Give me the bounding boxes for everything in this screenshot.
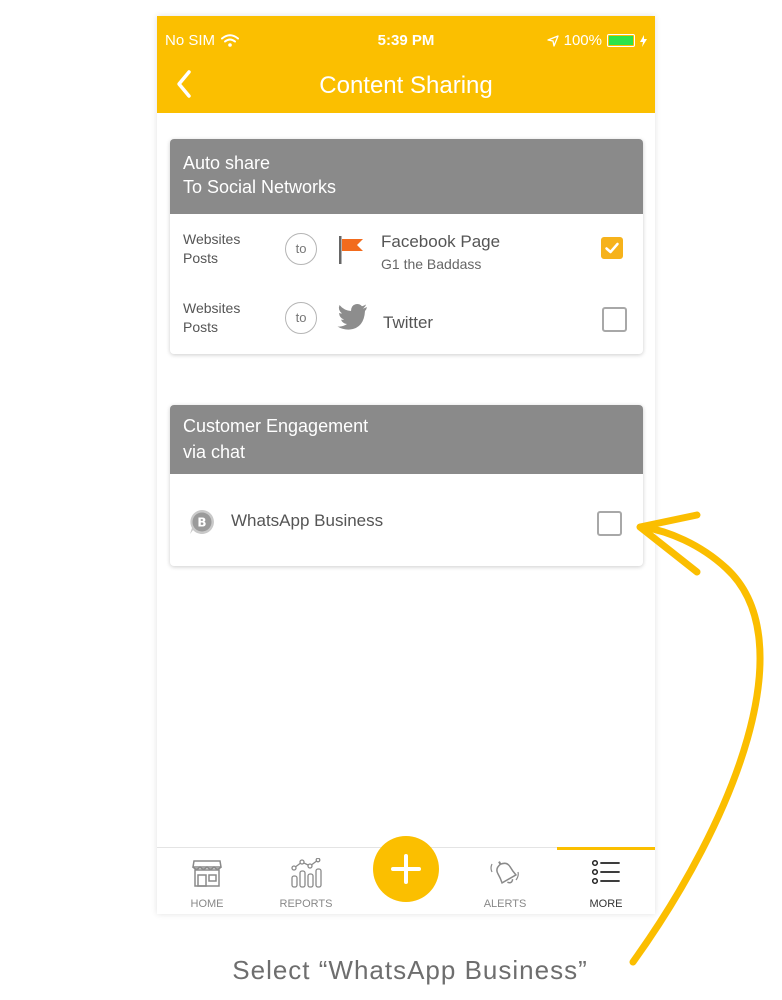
- auto-share-subtitle: To Social Networks: [183, 177, 337, 197]
- twitter-checkbox[interactable]: [602, 307, 627, 332]
- engagement-title: Customer Engagement: [183, 416, 369, 436]
- tab-more[interactable]: MORE: [561, 858, 651, 910]
- source-line-2: Posts: [183, 250, 219, 266]
- status-right: 100%: [546, 32, 647, 49]
- location-arrow-icon: [546, 34, 559, 47]
- twitter-label: Twitter: [383, 313, 434, 332]
- to-badge: to: [285, 233, 317, 265]
- facebook-page-name: G1 the Baddass: [381, 256, 482, 272]
- whatsapp-business-label: WhatsApp Business: [231, 511, 384, 530]
- battery-icon: [607, 34, 635, 47]
- whatsapp-business-icon: B: [190, 510, 214, 534]
- tab-alerts[interactable]: ALERTS: [460, 858, 550, 910]
- nav-bar: Content Sharing: [157, 56, 655, 113]
- engagement-header: Customer Engagement via chat: [170, 405, 643, 474]
- tab-bar: HOME REPORTS ALERTS MORE: [157, 836, 655, 914]
- tab-more-label: MORE: [589, 898, 623, 910]
- svg-text:B: B: [197, 516, 206, 530]
- chart-icon: [291, 858, 322, 888]
- auto-share-card: Auto share To Social Networks Websites P…: [170, 139, 643, 354]
- whatsapp-business-checkbox[interactable]: [597, 511, 622, 536]
- share-row-facebook: Websites Posts to Facebook Page G1 the B…: [170, 214, 643, 284]
- share-source-label: Websites Posts: [183, 299, 240, 337]
- charging-bolt-icon: [640, 34, 647, 47]
- flag-icon: [339, 236, 363, 264]
- facebook-page-label: Facebook Page: [381, 232, 501, 251]
- twitter-icon: [337, 304, 367, 330]
- customer-engagement-card: Customer Engagement via chat B WhatsApp …: [170, 405, 643, 566]
- source-line-1: Websites: [183, 300, 241, 316]
- source-line-1: Websites: [183, 231, 241, 247]
- active-tab-indicator: [557, 847, 655, 850]
- battery-percent: 100%: [563, 32, 602, 49]
- share-source-label: Websites Posts: [183, 230, 240, 268]
- page-title: Content Sharing: [319, 72, 493, 99]
- engagement-subtitle: via chat: [183, 442, 246, 462]
- auto-share-title: Auto share: [183, 153, 271, 173]
- tab-alerts-label: ALERTS: [483, 898, 527, 910]
- phone-screen: No SIM 5:39 PM 100% Content Sharing Auto…: [157, 16, 655, 914]
- tab-reports[interactable]: REPORTS: [261, 858, 351, 910]
- share-row-twitter: Websites Posts to Twitter: [170, 284, 643, 354]
- source-line-2: Posts: [183, 319, 219, 335]
- annotation-caption: Select “WhatsApp Business”: [232, 955, 588, 985]
- add-button[interactable]: [373, 836, 439, 902]
- list-icon: [591, 859, 620, 885]
- status-bar: No SIM 5:39 PM 100%: [157, 16, 655, 56]
- tab-home[interactable]: HOME: [162, 858, 252, 910]
- tab-reports-label: REPORTS: [279, 898, 333, 910]
- plus-icon: [391, 854, 421, 884]
- to-badge: to: [285, 302, 317, 334]
- auto-share-header: Auto share To Social Networks: [170, 139, 643, 214]
- whatsapp-business-row[interactable]: B WhatsApp Business: [170, 474, 643, 566]
- store-icon: [192, 860, 222, 887]
- checkmark-icon: [605, 242, 619, 254]
- facebook-checkbox[interactable]: [601, 237, 623, 259]
- tab-home-label: HOME: [190, 898, 224, 910]
- bell-icon: [490, 861, 519, 885]
